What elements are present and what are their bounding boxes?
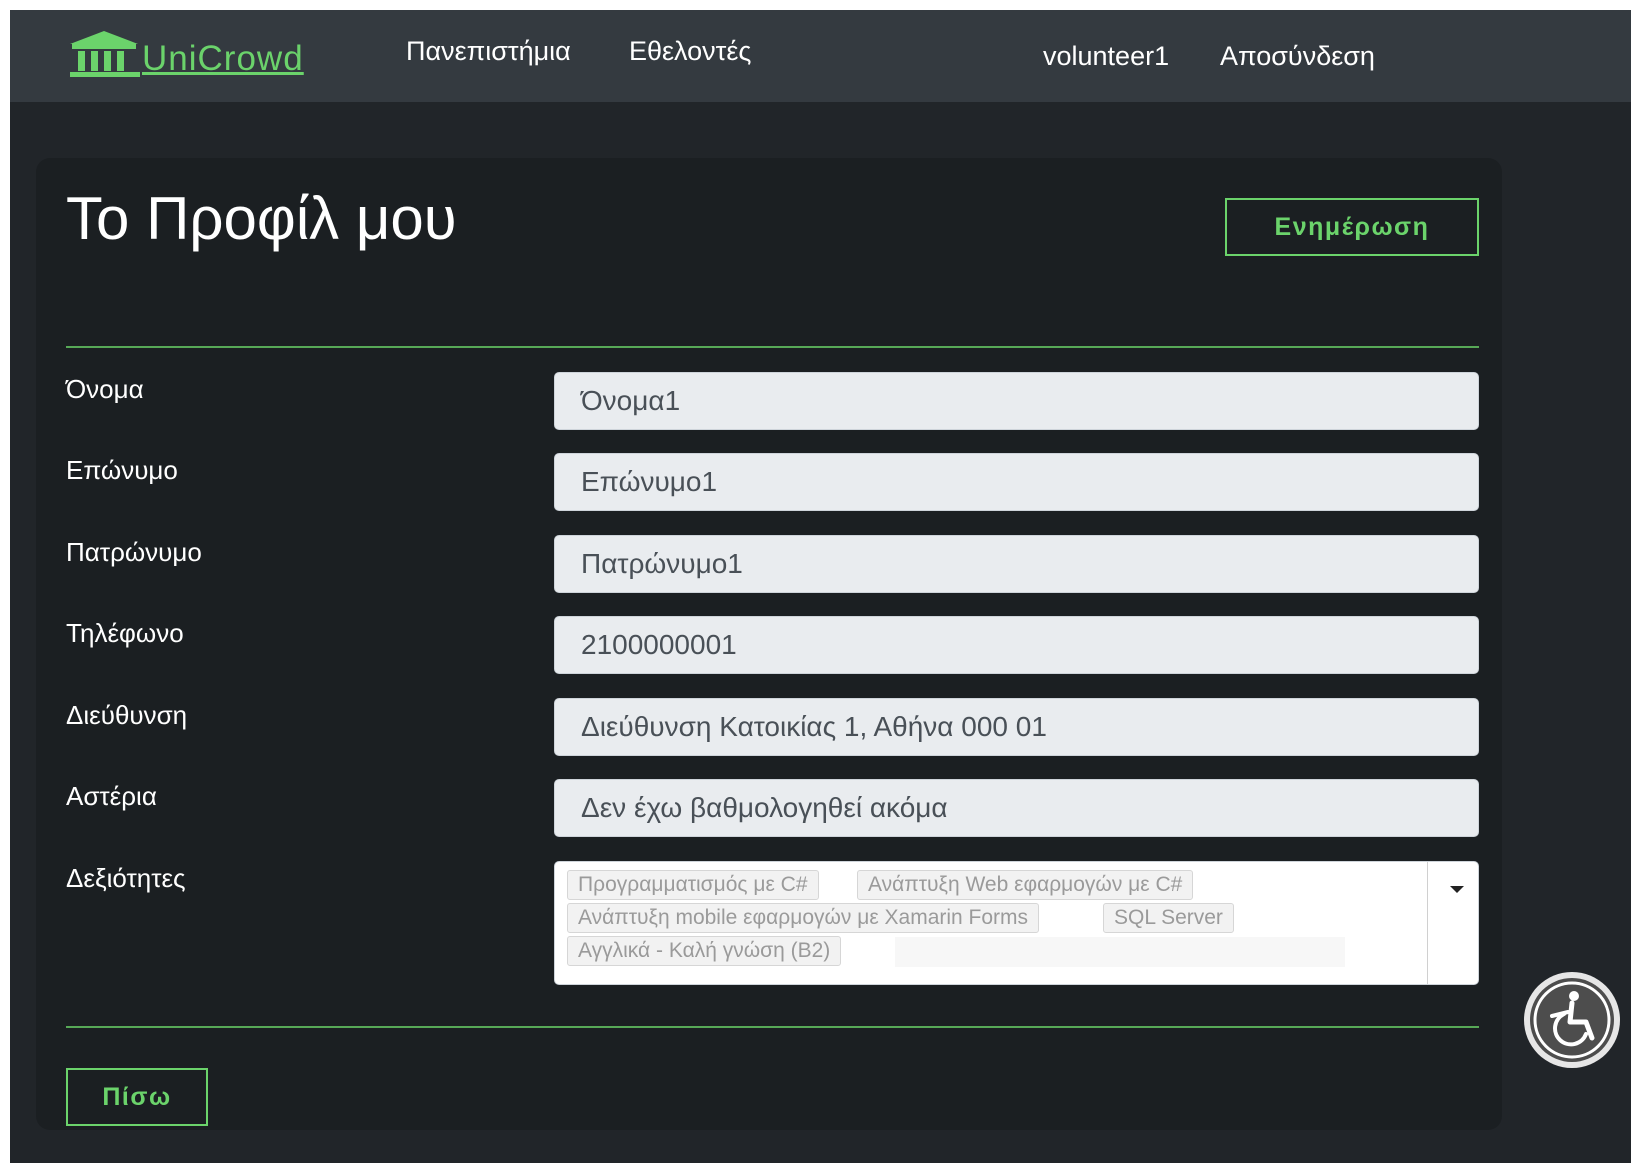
dropdown-separator [1427, 862, 1428, 984]
field-label: Πατρώνυμο [66, 537, 202, 567]
skill-tag[interactable]: Προγραμματισμός με C# [567, 870, 819, 900]
field-row-phone: Τηλέφωνο 2100000001 [66, 616, 1479, 674]
update-button[interactable]: Ενημέρωση [1225, 198, 1479, 256]
university-building-icon [70, 31, 140, 77]
brand-logo-link[interactable]: UniCrowd [66, 24, 304, 80]
field-label: Αστέρια [66, 781, 157, 811]
field-row-stars: Αστέρια Δεν έχω βαθμολογηθεί ακόμα [66, 779, 1479, 837]
phone-field[interactable]: 2100000001 [554, 616, 1479, 674]
field-row-address: Διεύθυνση Διεύθυνση Κατοικίας 1, Αθήνα 0… [66, 698, 1479, 756]
field-row-first-name: Όνομα Όνομα1 [66, 372, 1479, 430]
caret-down-icon[interactable] [1442, 876, 1472, 902]
wheelchair-accessibility-icon[interactable] [1512, 970, 1631, 1070]
field-label: Όνομα [66, 374, 144, 404]
fathers-name-field[interactable]: Πατρώνυμο1 [554, 535, 1479, 593]
field-row-last-name: Επώνυμο Επώνυμο1 [66, 453, 1479, 511]
page-title: Το Προφίλ μου [66, 185, 457, 252]
skills-search-input[interactable] [895, 937, 1345, 967]
field-label: Δεξιότητες [66, 863, 186, 893]
nav-link-volunteers[interactable]: Εθελοντές [629, 35, 751, 67]
nav-link-universities[interactable]: Πανεπιστήμια [406, 35, 571, 67]
last-name-field[interactable]: Επώνυμο1 [554, 453, 1479, 511]
logout-link[interactable]: Αποσύνδεση [1220, 40, 1375, 72]
field-label: Τηλέφωνο [66, 618, 184, 648]
skill-tag[interactable]: Ανάπτυξη mobile εφαρμογών με Xamarin For… [567, 903, 1040, 933]
profile-card: Το Προφίλ μου Ενημέρωση Όνομα Όνομα1 Επώ… [36, 158, 1502, 1130]
skill-tag[interactable]: Αγγλικά - Καλή γνώση (B2) [567, 936, 842, 966]
navbar: UniCrowd Πανεπιστήμια Εθελοντές voluntee… [10, 10, 1631, 102]
bottom-divider [66, 1026, 1479, 1028]
back-button[interactable]: Πίσω [66, 1068, 208, 1126]
field-label: Διεύθυνση [66, 700, 188, 730]
stars-field[interactable]: Δεν έχω βαθμολογηθεί ακόμα [554, 779, 1479, 837]
skill-tag[interactable]: SQL Server [1103, 903, 1234, 933]
first-name-field[interactable]: Όνομα1 [554, 372, 1479, 430]
skills-multiselect[interactable]: Προγραμματισμός με C# Ανάπτυξη Web εφαρμ… [554, 861, 1479, 985]
address-field[interactable]: Διεύθυνση Κατοικίας 1, Αθήνα 000 01 [554, 698, 1479, 756]
field-row-skills: Δεξιότητες Προγραμματισμός με C# Ανάπτυξ… [66, 861, 1479, 985]
app-frame: UniCrowd Πανεπιστήμια Εθελοντές voluntee… [10, 10, 1631, 1163]
top-divider [66, 346, 1479, 348]
field-label: Επώνυμο [66, 455, 178, 485]
nav-user-link[interactable]: volunteer1 [1043, 40, 1169, 72]
brand-name: UniCrowd [142, 39, 304, 78]
skill-tag[interactable]: Ανάπτυξη Web εφαρμογών με C# [857, 870, 1194, 900]
field-row-fathers-name: Πατρώνυμο Πατρώνυμο1 [66, 535, 1479, 593]
